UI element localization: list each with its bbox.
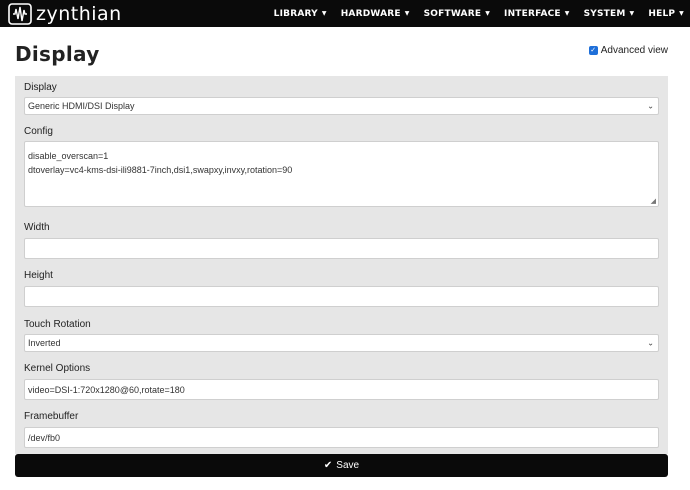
kernel-options-input-value: video=DSI-1:720x1280@60,rotate=180 [28, 384, 185, 395]
kernel-options-input[interactable]: video=DSI-1:720x1280@60,rotate=180 [24, 379, 659, 400]
nav-help-label: HELP [648, 8, 676, 19]
display-label: Display [24, 82, 57, 93]
config-label: Config [24, 126, 53, 137]
nav-software-label: SOFTWARE [423, 8, 482, 19]
nav-interface-label: INTERFACE [504, 8, 561, 19]
config-line: disable_overscan=1 [28, 151, 109, 161]
caret-down-icon: ▼ [321, 10, 327, 17]
page-title: Display [15, 42, 100, 66]
width-input[interactable] [24, 238, 659, 259]
chevron-down-icon: ⌄ [647, 101, 654, 111]
display-select-value: Generic HDMI/DSI Display [28, 101, 135, 111]
check-icon: ✔ [323, 460, 333, 471]
caret-down-icon: ▼ [485, 10, 491, 17]
nav-interface[interactable]: INTERFACE ▼ [497, 9, 577, 19]
top-navbar: zynthian LIBRARY ▼ HARDWARE ▼ SOFTWARE ▼ IN… [0, 0, 690, 27]
kernel-options-label: Kernel Options [24, 363, 91, 374]
height-input[interactable] [24, 286, 659, 307]
brand-name: zynthian [36, 2, 122, 25]
config-textarea[interactable]: disable_overscan=1 dtoverlay=vc4-kms-dsi… [24, 141, 659, 207]
caret-down-icon: ▼ [564, 10, 570, 17]
resize-handle-icon[interactable]: ◢ [651, 197, 656, 205]
nav-hardware-label: HARDWARE [340, 8, 401, 19]
config-line: dtoverlay=vc4-kms-dsi-ili9881-7inch,dsi1… [28, 165, 293, 175]
width-label: Width [24, 222, 50, 233]
advanced-view-label: Advanced view [600, 45, 668, 56]
caret-down-icon: ▼ [679, 10, 684, 17]
save-button-label: Save [336, 460, 360, 471]
checkbox-checked-icon[interactable]: ✓ [588, 46, 598, 55]
framebuffer-input-value: /dev/fb0 [28, 432, 61, 443]
touch-rotation-select-value: Inverted [28, 338, 61, 348]
main-nav: LIBRARY ▼ HARDWARE ▼ SOFTWARE ▼ INTERFACE ▼ … [267, 0, 690, 27]
chevron-down-icon: ⌄ [647, 338, 654, 348]
nav-software[interactable]: SOFTWARE ▼ [417, 9, 497, 19]
nav-hardware[interactable]: HARDWARE ▼ [334, 9, 417, 19]
framebuffer-label: Framebuffer [24, 411, 79, 422]
brand-logo[interactable]: zynthian [8, 2, 122, 25]
touch-rotation-select[interactable]: Inverted ⌄ [24, 334, 659, 352]
waveform-logo-icon [8, 2, 32, 25]
nav-system-label: SYSTEM [583, 8, 626, 19]
caret-down-icon: ▼ [404, 10, 410, 17]
nav-system[interactable]: SYSTEM ▼ [577, 9, 642, 19]
nav-library[interactable]: LIBRARY ▼ [267, 9, 334, 19]
nav-help[interactable]: HELP ▼ [641, 9, 690, 19]
display-select[interactable]: Generic HDMI/DSI Display ⌄ [24, 97, 659, 115]
display-settings-panel: Display Generic HDMI/DSI Display ⌄ Confi… [15, 76, 668, 454]
advanced-view-toggle[interactable]: ✓ Advanced view [588, 45, 668, 56]
save-button[interactable]: ✔ Save [15, 454, 668, 477]
nav-library-label: LIBRARY [273, 8, 318, 19]
framebuffer-input[interactable]: /dev/fb0 [24, 427, 659, 448]
touch-rotation-label: Touch Rotation [24, 319, 91, 330]
caret-down-icon: ▼ [629, 10, 635, 17]
height-label: Height [24, 270, 53, 281]
